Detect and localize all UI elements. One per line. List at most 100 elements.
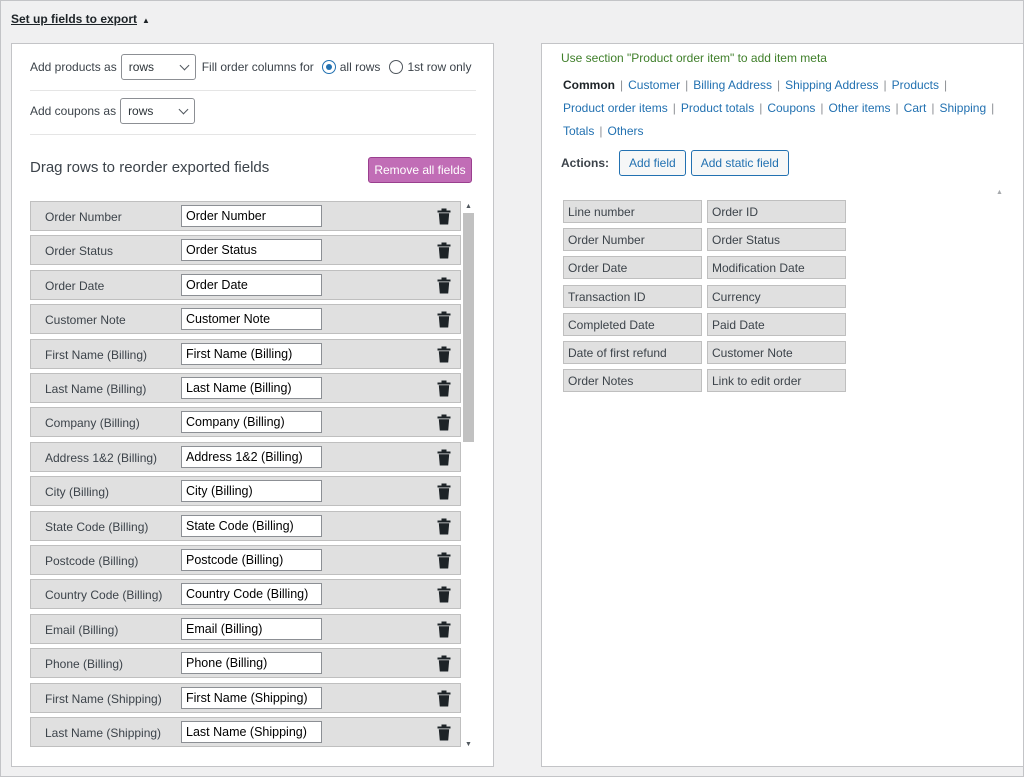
radio-all-rows-label[interactable]: all rows xyxy=(340,60,381,74)
category-link[interactable]: Coupons xyxy=(767,101,815,115)
field-name-input[interactable]: Last Name (Shipping) xyxy=(181,721,322,743)
category-link[interactable]: Products xyxy=(892,78,939,92)
available-field-item[interactable]: Order Number xyxy=(563,228,702,252)
available-field-item[interactable]: Completed Date xyxy=(563,312,702,336)
category-separator: | xyxy=(895,101,899,115)
add-field-button[interactable]: Add field xyxy=(619,150,686,176)
available-field-item[interactable]: Link to edit order xyxy=(707,369,846,393)
category-link[interactable]: Shipping xyxy=(939,101,986,115)
field-name-input[interactable]: City (Billing) xyxy=(181,480,322,503)
add-coupons-value: rows xyxy=(128,104,154,118)
field-row[interactable]: First Name (Billing) First Name (Billing) xyxy=(30,338,461,369)
trash-icon[interactable] xyxy=(437,242,451,259)
available-field-item[interactable]: Modification Date xyxy=(707,256,846,280)
trash-icon[interactable] xyxy=(437,414,451,431)
field-row[interactable]: Order Number Order Number xyxy=(30,201,461,231)
category-separator: | xyxy=(685,78,689,92)
available-field-item[interactable]: Currency xyxy=(707,284,846,308)
field-row[interactable]: City (Billing) City (Billing) xyxy=(30,476,461,507)
category-separator: | xyxy=(620,78,624,92)
field-name-input[interactable]: Postcode (Billing) xyxy=(181,549,322,571)
trash-icon[interactable] xyxy=(437,449,451,466)
field-row[interactable]: State Code (Billing) State Code (Billing) xyxy=(30,510,461,541)
category-link[interactable]: Product totals xyxy=(681,101,754,115)
field-row[interactable]: First Name (Shipping) First Name (Shippin… xyxy=(30,682,461,713)
field-row[interactable]: Postcode (Billing) Postcode (Billing) xyxy=(30,545,461,575)
field-row[interactable]: Email (Billing) Email (Billing) xyxy=(30,613,461,644)
available-field-item[interactable]: Order ID xyxy=(707,200,846,223)
field-name-input[interactable]: Order Date xyxy=(181,273,322,296)
category-separator: | xyxy=(599,124,603,138)
field-name-input[interactable]: Address 1&2 (Billing) xyxy=(181,445,322,468)
scroll-up-arrow-icon[interactable]: ▲ xyxy=(465,203,472,210)
category-separator: | xyxy=(820,101,824,115)
caret-up-icon: ▲ xyxy=(142,16,150,25)
category-link[interactable]: Common xyxy=(563,78,615,92)
field-row[interactable]: Phone (Billing) Phone (Billing) xyxy=(30,648,461,679)
field-name-input[interactable]: Country Code (Billing) xyxy=(181,583,322,606)
trash-icon[interactable] xyxy=(437,518,451,535)
field-row[interactable]: Country Code (Billing) Country Code (Bill… xyxy=(30,579,461,610)
export-fields-panel: Add products as rows Fill order columns … xyxy=(11,43,494,767)
scroll-up-arrow-icon[interactable]: ▲ xyxy=(996,189,1003,196)
field-row[interactable]: Last Name (Billing) Last Name (Billing) xyxy=(30,373,461,403)
category-link[interactable]: Other items xyxy=(829,101,891,115)
add-coupons-select[interactable]: rows xyxy=(120,98,196,124)
field-row[interactable]: Last Name (Shipping) Last Name (Shipping) xyxy=(30,717,461,747)
add-products-select[interactable]: rows xyxy=(120,54,196,80)
available-field-item[interactable]: Order Notes xyxy=(563,369,702,393)
trash-icon[interactable] xyxy=(437,655,451,672)
category-link[interactable]: Billing Address xyxy=(693,78,772,92)
field-row[interactable]: Address 1&2 (Billing) Address 1&2 (Billin… xyxy=(30,441,461,472)
category-link[interactable]: Cart xyxy=(904,101,927,115)
field-row[interactable]: Company (Billing) Company (Billing) xyxy=(30,407,461,438)
field-name-input[interactable]: Phone (Billing) xyxy=(181,652,322,675)
category-link[interactable]: Customer xyxy=(628,78,680,92)
radio-first-row[interactable] xyxy=(389,60,404,74)
category-separator: | xyxy=(931,101,935,115)
trash-icon[interactable] xyxy=(437,380,451,397)
available-field-item[interactable]: Customer Note xyxy=(707,341,846,364)
field-name-input[interactable]: First Name (Shipping) xyxy=(181,686,322,709)
available-field-item[interactable]: Paid Date xyxy=(707,312,846,336)
field-name-input[interactable]: Last Name (Billing) xyxy=(181,377,322,399)
category-link[interactable]: Totals xyxy=(563,124,594,138)
category-link[interactable]: Shipping Address xyxy=(785,78,878,92)
field-name-input[interactable]: First Name (Billing) xyxy=(181,342,322,365)
radio-all-rows[interactable] xyxy=(321,60,336,74)
field-row[interactable]: Order Status Order Status xyxy=(30,235,461,266)
field-name-input[interactable]: Customer Note xyxy=(181,308,322,331)
field-name-input[interactable]: Company (Billing) xyxy=(181,411,322,434)
trash-icon[interactable] xyxy=(437,208,451,225)
trash-icon[interactable] xyxy=(437,483,451,500)
field-name-input[interactable]: Email (Billing) xyxy=(181,617,322,640)
trash-icon[interactable] xyxy=(437,724,451,741)
trash-icon[interactable] xyxy=(437,690,451,707)
available-field-item[interactable]: Date of first refund xyxy=(563,341,702,364)
available-field-item[interactable]: Line number xyxy=(563,200,702,223)
available-field-item[interactable]: Order Date xyxy=(563,256,702,280)
field-label: Postcode (Billing) xyxy=(45,554,139,568)
field-label: State Code (Billing) xyxy=(45,519,149,534)
scrollbar-thumb[interactable] xyxy=(463,213,474,442)
field-name-input[interactable]: Order Number xyxy=(181,205,322,227)
category-link[interactable]: Others xyxy=(607,124,643,138)
trash-icon[interactable] xyxy=(437,311,451,328)
field-row[interactable]: Order Date Order Date xyxy=(30,269,461,300)
field-row[interactable]: Customer Note Customer Note xyxy=(30,304,461,335)
trash-icon[interactable] xyxy=(437,586,451,603)
field-name-input[interactable]: Order Status xyxy=(181,239,322,262)
radio-first-row-label[interactable]: 1st row only xyxy=(407,60,471,74)
field-name-input[interactable]: State Code (Billing) xyxy=(181,514,322,537)
add-static-field-button[interactable]: Add static field xyxy=(690,150,789,176)
trash-icon[interactable] xyxy=(437,346,451,363)
trash-icon[interactable] xyxy=(437,621,451,638)
available-field-item[interactable]: Order Status xyxy=(707,228,846,252)
trash-icon[interactable] xyxy=(437,552,451,569)
trash-icon[interactable] xyxy=(437,277,451,294)
available-field-item[interactable]: Transaction ID xyxy=(563,284,702,308)
scroll-down-arrow-icon[interactable]: ▼ xyxy=(465,741,472,748)
section-toggle[interactable]: Set up fields to export ▲ xyxy=(11,12,150,26)
category-link[interactable]: Product order items xyxy=(563,101,668,115)
remove-all-fields-button[interactable]: Remove all fields xyxy=(368,157,472,183)
